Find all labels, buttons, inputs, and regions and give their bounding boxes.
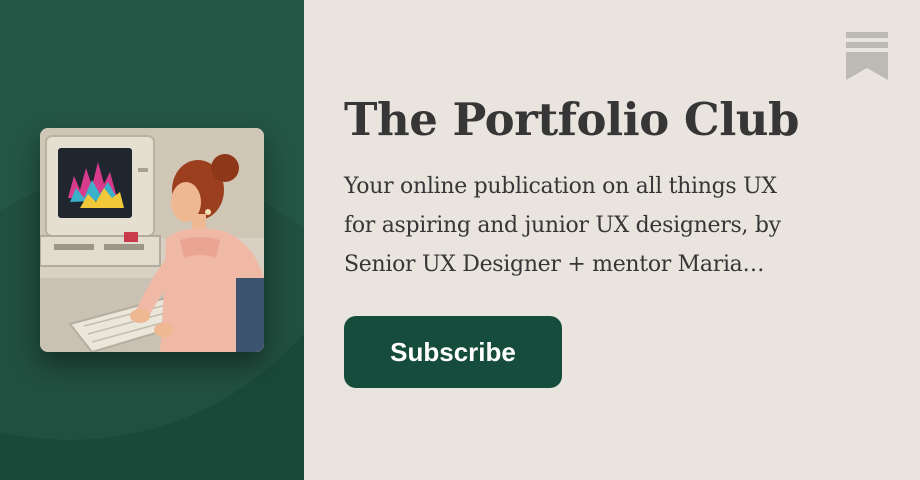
publication-title: The Portfolio Club xyxy=(344,93,799,146)
bookmark-icon[interactable] xyxy=(846,32,888,80)
description-line: Your online publication on all things UX xyxy=(344,174,777,199)
publication-info: The Portfolio Club Your online publicati… xyxy=(304,0,920,480)
publication-cover-image xyxy=(40,128,264,352)
description-line: Senior UX Designer + mentor Maria… xyxy=(344,252,765,277)
subscribe-button[interactable]: Subscribe xyxy=(344,316,562,388)
publication-description: Your online publication on all things UX… xyxy=(344,167,864,284)
description-line: for aspiring and junior UX designers, by xyxy=(344,213,781,238)
cover-panel xyxy=(0,0,304,480)
